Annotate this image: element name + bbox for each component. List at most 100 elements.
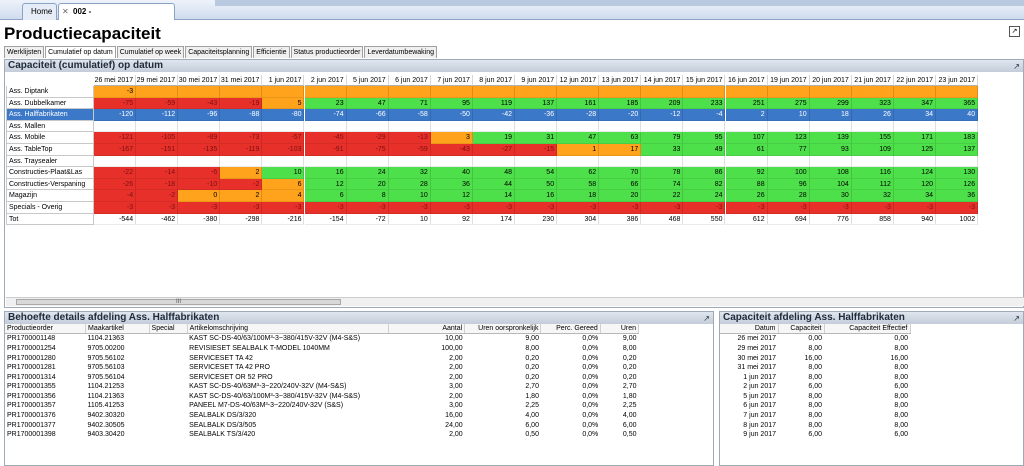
grid-cell[interactable]: -3 <box>430 202 473 214</box>
grid-cell[interactable]: 10 <box>767 109 810 121</box>
grid-cell[interactable]: 47 <box>557 132 600 144</box>
grid-cell[interactable] <box>641 86 684 98</box>
grid-row[interactable]: Tot -544 -462 -380 -298 -216 -154 -72 10 92 174 230… <box>6 213 1021 226</box>
row-name[interactable]: Ass. Traysealer <box>6 155 94 168</box>
grid-cell[interactable]: 24 <box>683 190 726 202</box>
grid-cell[interactable]: -13 <box>388 132 431 144</box>
grid-row[interactable]: Ass. TableTop -167 -151 -135 -119 -103 -91 -75-… <box>6 144 1021 156</box>
subtab-cumulatief-op-week[interactable]: Cumulatief op week <box>116 46 185 58</box>
grid-cell[interactable]: -4 <box>683 109 726 121</box>
grid-cell[interactable] <box>220 86 263 98</box>
grid-cell[interactable] <box>851 86 894 98</box>
grid-cell[interactable]: 2 <box>220 190 263 202</box>
grid-cell[interactable]: 92 <box>430 213 473 226</box>
grid-cell[interactable]: 18 <box>809 109 852 121</box>
grid-cell[interactable]: -89 <box>178 132 221 144</box>
grid-cell[interactable]: -3 <box>557 202 600 214</box>
grid-cell[interactable]: 468 <box>641 213 684 226</box>
grid-cell[interactable]: 79 <box>641 132 684 144</box>
grid-cell[interactable]: 24 <box>346 167 389 179</box>
grid-cell[interactable]: 44 <box>472 178 515 191</box>
table-row[interactable]: PR1700001314 9705.56104 SERVICESET OR 52 P… <box>5 373 639 383</box>
grid-cell[interactable]: 86 <box>683 167 726 179</box>
grid-cell[interactable]: -50 <box>430 109 473 121</box>
grid-cell[interactable]: 95 <box>683 132 726 144</box>
grid-cell[interactable]: -167 <box>94 144 137 156</box>
grid-cell[interactable]: 63 <box>599 132 642 144</box>
column-header[interactable]: 8 jun 2017 <box>472 75 515 86</box>
grid-cell[interactable]: 126 <box>936 178 979 191</box>
grid-cell[interactable]: 112 <box>851 178 894 191</box>
grid-cell[interactable]: 31 <box>515 132 558 144</box>
grid-cell[interactable]: -3 <box>599 202 642 214</box>
grid-cell[interactable]: -216 <box>262 213 305 226</box>
grid-cell[interactable]: 108 <box>809 167 852 179</box>
grid-cell[interactable] <box>178 86 221 98</box>
grid-cell[interactable] <box>557 155 600 168</box>
grid-cell[interactable]: 694 <box>767 213 810 226</box>
grid-cell[interactable]: 304 <box>557 213 600 226</box>
grid-cell[interactable]: 2 <box>725 109 768 121</box>
column-header[interactable]: Perc. Gereed <box>540 324 601 335</box>
row-name[interactable]: Tot <box>6 213 94 226</box>
grid-cell[interactable] <box>178 155 221 168</box>
grid-cell[interactable]: 17 <box>599 144 642 156</box>
grid-cell[interactable]: 386 <box>599 213 642 226</box>
grid-cell[interactable]: 5 <box>262 97 305 110</box>
grid-cell[interactable]: 6 <box>262 178 305 191</box>
grid-cell[interactable] <box>641 155 684 168</box>
grid-cell[interactable] <box>304 86 347 98</box>
grid-cell[interactable]: -3 <box>178 202 221 214</box>
grid-cell[interactable]: 365 <box>936 97 979 110</box>
grid-cell[interactable] <box>767 120 810 133</box>
grid-cell[interactable]: 104 <box>809 178 852 191</box>
grid-cell[interactable]: 28 <box>388 178 431 191</box>
table-row[interactable]: PR1700001148 1104.21363 KAST SC-DS-40/63/1… <box>5 334 639 344</box>
row-name[interactable]: Ass. TableTop <box>6 144 94 156</box>
grid-cell[interactable]: 185 <box>599 97 642 110</box>
grid-cell[interactable]: -119 <box>220 144 263 156</box>
grid-cell[interactable]: 14 <box>472 190 515 202</box>
grid-cell[interactable]: 30 <box>809 190 852 202</box>
grid-cell[interactable] <box>725 86 768 98</box>
grid-cell[interactable]: -36 <box>515 109 558 121</box>
grid-cell[interactable]: 66 <box>599 178 642 191</box>
grid-cell[interactable]: -18 <box>136 178 179 191</box>
grid-row[interactable]: Ass. Mallen <box>6 120 1021 133</box>
grid-cell[interactable]: 34 <box>893 190 936 202</box>
grid-cell[interactable]: 209 <box>641 97 684 110</box>
grid-cell[interactable] <box>472 155 515 168</box>
subtab-leverdatumbewaking[interactable]: Leverdatumbewaking <box>364 46 438 58</box>
grid-cell[interactable]: 74 <box>641 178 684 191</box>
row-name[interactable]: Specials - Overig <box>6 202 94 214</box>
grid-cell[interactable]: 12 <box>304 178 347 191</box>
grid-cell[interactable]: 12 <box>430 190 473 202</box>
grid-cell[interactable] <box>472 120 515 133</box>
grid-cell[interactable]: 23 <box>304 97 347 110</box>
grid-cell[interactable]: -3 <box>94 86 137 98</box>
grid-cell[interactable]: 119 <box>472 97 515 110</box>
grid-cell[interactable]: 33 <box>641 144 684 156</box>
column-header[interactable]: 1 jun 2017 <box>262 75 305 86</box>
grid-cell[interactable]: 40 <box>936 109 979 121</box>
grid-cell[interactable]: -3 <box>346 202 389 214</box>
grid-cell[interactable]: 124 <box>893 167 936 179</box>
grid-cell[interactable]: 47 <box>346 97 389 110</box>
grid-cell[interactable]: -3 <box>893 202 936 214</box>
column-header[interactable]: Datum <box>720 324 779 335</box>
grid-row[interactable]: Constructies-Verspaning -26 -18 -10 -2 6 12 20 2… <box>6 178 1021 191</box>
grid-cell[interactable]: 19 <box>472 132 515 144</box>
grid-cell[interactable] <box>851 120 894 133</box>
grid-cell[interactable]: 100 <box>767 167 810 179</box>
grid-cell[interactable]: 1 <box>557 144 600 156</box>
grid-cell[interactable] <box>936 120 979 133</box>
grid-cell[interactable]: 550 <box>683 213 726 226</box>
grid-cell[interactable]: -3 <box>94 202 137 214</box>
grid-cell[interactable] <box>472 86 515 98</box>
column-header[interactable]: Productieorder <box>5 324 86 335</box>
grid-cell[interactable] <box>346 86 389 98</box>
grid-cell[interactable]: -3 <box>220 202 263 214</box>
grid-cell[interactable]: 20 <box>599 190 642 202</box>
tab-home[interactable]: Home <box>22 3 57 20</box>
subtab-capaciteitsplanning[interactable]: Capaciteitsplanning <box>185 46 253 58</box>
